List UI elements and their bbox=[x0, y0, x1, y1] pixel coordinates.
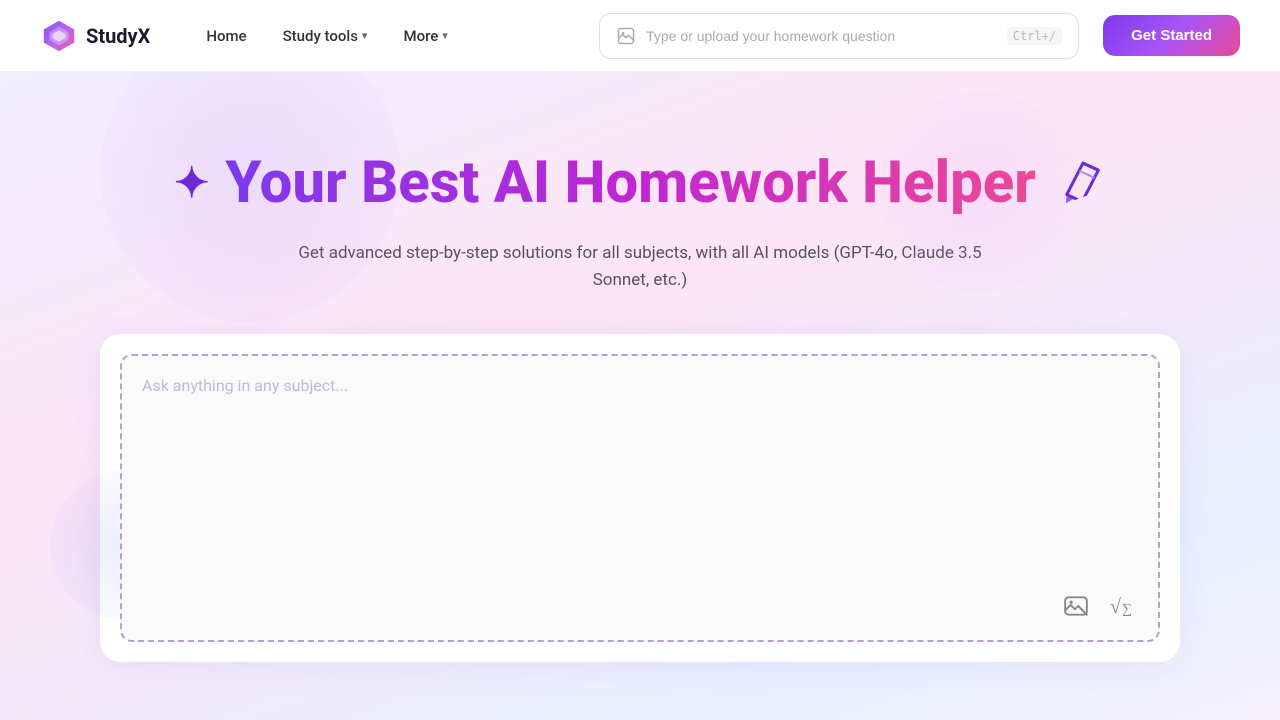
more-chevron-icon: ▾ bbox=[442, 29, 448, 42]
question-textarea[interactable] bbox=[142, 376, 1138, 576]
logo[interactable]: StudyX bbox=[40, 17, 150, 55]
svg-text:√: √ bbox=[1110, 596, 1121, 618]
logo-text: StudyX bbox=[86, 24, 150, 48]
study-tools-chevron-icon: ▾ bbox=[362, 29, 368, 42]
pencil-decoration-icon bbox=[1050, 154, 1113, 214]
nav-study-tools[interactable]: Study tools ▾ bbox=[267, 19, 384, 53]
search-shortcut: Ctrl+/ bbox=[1007, 27, 1062, 45]
hero-title: ✦ Your Best AI Homework Helper bbox=[174, 152, 1106, 216]
question-input-box[interactable]: √ ∑ bbox=[120, 354, 1160, 642]
get-started-button[interactable]: Get Started bbox=[1103, 15, 1240, 56]
upload-image-icon[interactable] bbox=[616, 26, 636, 46]
logo-icon bbox=[40, 17, 78, 55]
formula-icon[interactable]: √ ∑ bbox=[1106, 588, 1142, 624]
svg-text:∑: ∑ bbox=[1122, 602, 1132, 617]
star-decoration-icon: ✦ bbox=[174, 161, 209, 207]
nav-links: Home Study tools ▾ More ▾ bbox=[190, 19, 599, 53]
nav-more[interactable]: More ▾ bbox=[387, 19, 463, 53]
hero-section: ✦ Your Best AI Homework Helper Get advan… bbox=[0, 72, 1280, 720]
input-action-icons: √ ∑ bbox=[1058, 588, 1142, 624]
hero-subtitle: Get advanced step-by-step solutions for … bbox=[290, 240, 990, 294]
search-bar: Ctrl+/ bbox=[599, 13, 1079, 59]
image-upload-icon[interactable] bbox=[1058, 588, 1094, 624]
question-input-card: √ ∑ bbox=[100, 334, 1180, 662]
search-input[interactable] bbox=[646, 28, 997, 44]
navbar: StudyX Home Study tools ▾ More ▾ Ctrl+/ … bbox=[0, 0, 1280, 72]
hero-title-text: Your Best AI Homework Helper bbox=[225, 152, 1036, 216]
nav-home[interactable]: Home bbox=[190, 19, 262, 53]
